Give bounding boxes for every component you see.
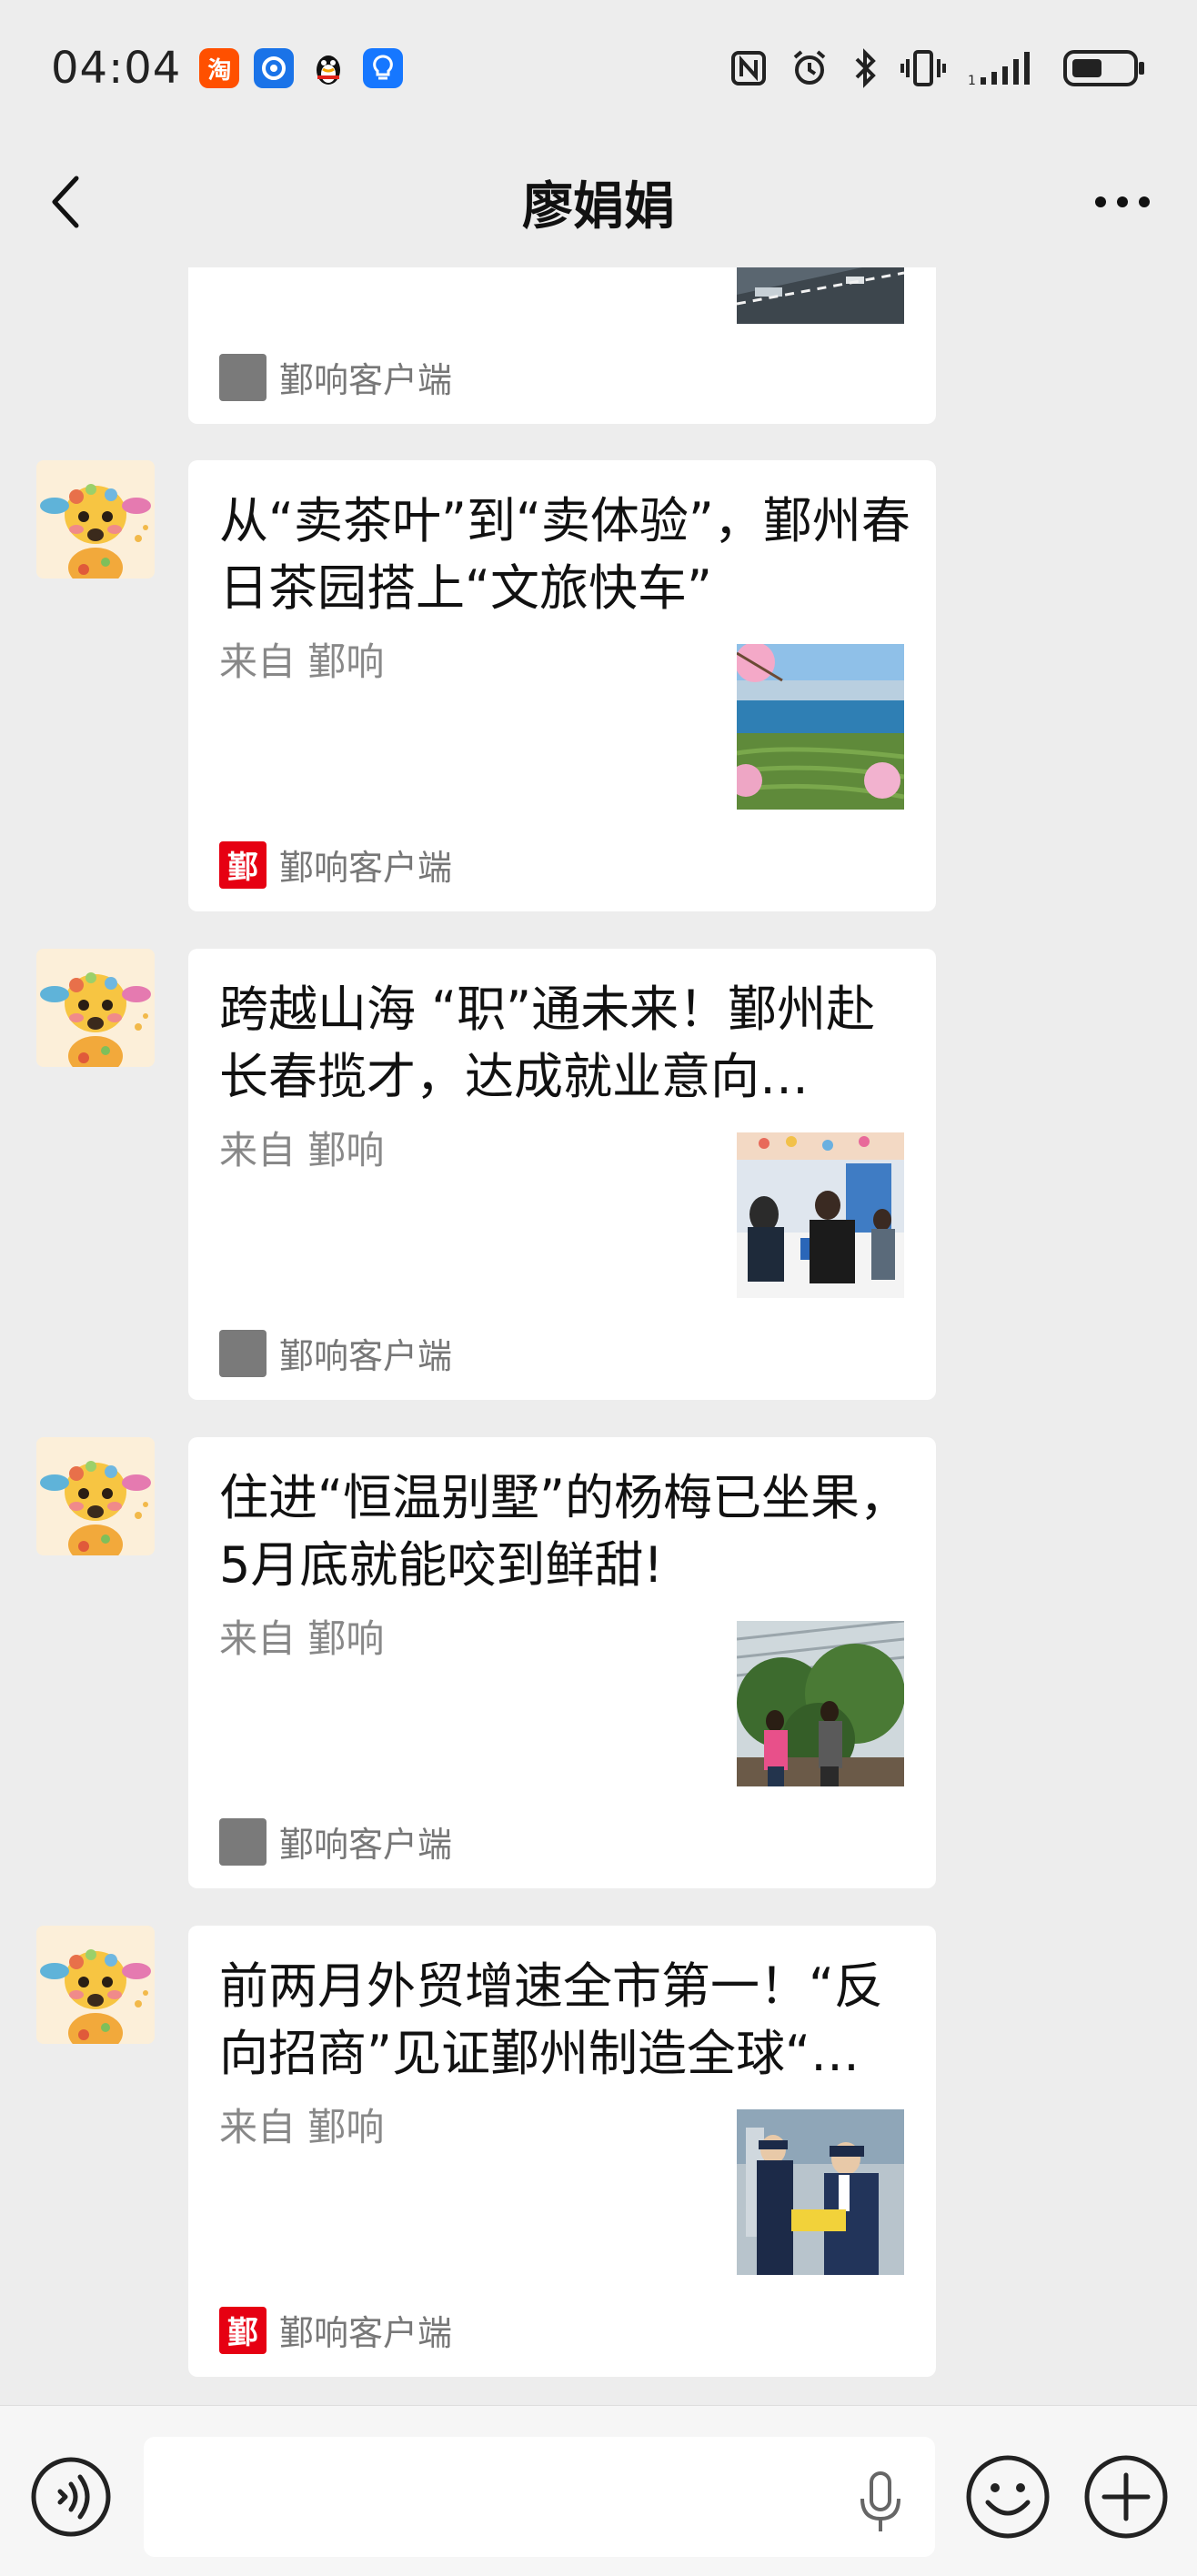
voice-mode-icon[interactable]: [29, 2455, 113, 2539]
avatar[interactable]: [36, 949, 155, 1067]
article-source: 来自 鄞响: [219, 639, 385, 684]
yinxiang-logo-icon: 鄞: [219, 2306, 267, 2354]
publisher-name: 鄞响客户端: [279, 1336, 453, 1376]
article-source: 来自 鄞响: [219, 2105, 385, 2149]
publisher-logo-icon: [219, 353, 267, 401]
shared-article-card[interactable]: 从“卖茶叶”到“卖体验”，鄞州春日茶园搭上“文旅快车” 来自 鄞响 鄞 鄞响客户…: [188, 460, 936, 911]
svg-text:1: 1: [968, 74, 976, 88]
yinxiang-logo-icon: 鄞: [219, 840, 267, 889]
article-thumbnail: [737, 1621, 904, 1786]
shared-article-card[interactable]: 跨越山海 “职”通未来！鄞州赴长春揽才，达成就业意向… 来自 鄞响 鄞响客户端: [188, 949, 936, 1400]
card-footer: 鄞 鄞响客户端: [219, 840, 452, 890]
publisher-logo-icon: [219, 1817, 267, 1866]
avatar[interactable]: [36, 1926, 155, 2044]
card-footer: 鄞响客户端: [219, 1816, 452, 1867]
chat-input-bar: [0, 2405, 1197, 2576]
article-title: 前两月外贸增速全市第一！“反向招商”见证鄞州制造全球“…: [219, 1957, 883, 2082]
article-thumbnail: [737, 644, 904, 810]
status-bar: 04:04 淘 1: [0, 0, 1197, 136]
publisher-name: 鄞响客户端: [279, 848, 453, 888]
emoji-icon[interactable]: [964, 2453, 1051, 2541]
nfc-icon: [731, 51, 766, 86]
message-input[interactable]: [144, 2437, 935, 2557]
card-footer: 鄞响客户端: [219, 352, 452, 402]
alarm-icon: [793, 50, 826, 85]
article-title: 跨越山海 “职”通未来！鄞州赴长春揽才，达成就业意向…: [219, 981, 876, 1105]
article-source: 来自 鄞响: [219, 1128, 385, 1172]
card-footer: 鄞响客户端: [219, 1328, 452, 1378]
back-arrow-icon[interactable]: [47, 173, 84, 231]
battery-icon: [1063, 50, 1144, 86]
article-thumbnail: [737, 267, 904, 324]
chat-title: 廖娟娟: [522, 176, 675, 236]
avatar[interactable]: [36, 460, 155, 579]
taobao-icon: 淘: [199, 48, 240, 88]
microphone-icon[interactable]: [855, 2471, 906, 2533]
card-footer: 鄞 鄞响客户端: [219, 2305, 452, 2355]
avatar[interactable]: [36, 1437, 155, 1555]
signal-icon: 1: [968, 52, 1030, 88]
chat-header: 廖娟娟: [0, 136, 1197, 267]
article-thumbnail: [737, 2109, 904, 2275]
vibrate-icon: [900, 50, 946, 86]
more-options-icon[interactable]: [1093, 193, 1152, 211]
publisher-name: 鄞响客户端: [279, 1825, 453, 1865]
bluetooth-icon: [855, 48, 876, 88]
status-time: 04:04: [51, 43, 182, 94]
app-blue-icon: [254, 48, 295, 88]
article-title: 从“卖茶叶”到“卖体验”，鄞州春日茶园搭上“文旅快车”: [219, 492, 910, 617]
shared-article-card[interactable]: 住进“恒温别墅”的杨梅已坐果，5月底就能咬到鲜甜! 来自 鄞响 鄞响客户端: [188, 1437, 936, 1888]
article-thumbnail: [737, 1132, 904, 1298]
publisher-name: 鄞响客户端: [279, 2313, 453, 2353]
shared-article-card[interactable]: 前两月外贸增速全市第一！“反向招商”见证鄞州制造全球“… 来自 鄞响 鄞 鄞响客…: [188, 1926, 936, 2377]
status-indicators: 1: [729, 47, 1146, 89]
publisher-logo-icon: [219, 1329, 267, 1377]
shared-article-card[interactable]: 鄞响客户端: [188, 267, 936, 424]
qq-icon: [308, 48, 348, 88]
bulb-app-icon: [363, 48, 404, 88]
message-list[interactable]: 鄞响客户端 从“卖茶叶”到“卖体验”，鄞州春日茶园搭上“文旅快车” 来自 鄞响 …: [0, 267, 1197, 2405]
article-source: 来自 鄞响: [219, 1616, 385, 1661]
plus-icon[interactable]: [1082, 2453, 1170, 2541]
publisher-name: 鄞响客户端: [279, 360, 453, 400]
status-app-icons: 淘: [199, 48, 404, 88]
article-title: 住进“恒温别墅”的杨梅已坐果，5月底就能咬到鲜甜!: [219, 1469, 909, 1594]
